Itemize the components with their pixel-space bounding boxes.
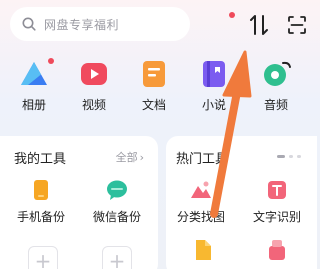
category-label: 小说	[201, 98, 226, 112]
category-audio[interactable]: 音频	[248, 58, 304, 113]
file-tool-icon[interactable]	[192, 238, 214, 262]
gift-tool-icon[interactable]	[266, 236, 288, 262]
audio-icon	[264, 61, 291, 86]
wechat-backup-icon	[107, 180, 127, 200]
photo-album-icon	[21, 62, 47, 85]
tool-label: 手机备份	[16, 210, 65, 224]
document-icon	[143, 61, 165, 87]
search-bar[interactable]: 网盘专享福利	[10, 7, 190, 41]
carousel-indicator	[277, 155, 301, 158]
tool-wechat-backup[interactable]: 微信备份	[80, 178, 154, 225]
pager-dot	[289, 155, 293, 158]
image-category-icon	[191, 181, 211, 198]
notification-dot	[229, 12, 235, 18]
text-recognition-icon	[268, 181, 286, 199]
my-tools-card: 我的工具 全部 › 手机备份 微信备份 + +	[0, 136, 158, 269]
my-tools-title: 我的工具	[14, 152, 67, 167]
plus-icon: +	[108, 249, 126, 269]
category-videos[interactable]: 视频	[66, 58, 122, 113]
tool-image-category[interactable]: 分类找图	[164, 178, 238, 225]
view-all-label: 全部	[115, 151, 138, 164]
category-label: 相册	[21, 98, 46, 112]
tool-text-recognition[interactable]: 文字识别	[240, 178, 314, 225]
category-label: 文档	[141, 98, 166, 112]
tool-label: 微信备份	[92, 210, 141, 224]
pager-dot	[297, 155, 301, 158]
category-row: 相册 视频 文档 小说 音频	[0, 58, 317, 118]
transfer-icon[interactable]	[248, 12, 270, 38]
hot-tools-card: 热门工具 分类找图 文字识别	[166, 136, 317, 269]
tool-label: 文字识别	[252, 210, 301, 224]
pager-dot	[277, 155, 285, 158]
plus-icon: +	[34, 249, 52, 269]
chevron-right-icon: ›	[139, 151, 144, 164]
novel-icon	[203, 61, 225, 87]
search-icon	[22, 17, 36, 31]
category-label: 音频	[263, 98, 288, 112]
hot-tools-title: 热门工具	[176, 152, 229, 167]
tool-phone-backup[interactable]: 手机备份	[4, 178, 78, 225]
category-novels[interactable]: 小说	[186, 58, 242, 113]
view-all-link[interactable]: 全部 ›	[116, 149, 144, 165]
category-documents[interactable]: 文档	[126, 58, 182, 113]
category-photos[interactable]: 相册	[6, 58, 62, 113]
add-tool-slot[interactable]: +	[102, 246, 132, 269]
search-placeholder: 网盘专享福利	[44, 17, 120, 32]
category-label: 视频	[81, 98, 106, 112]
video-icon	[81, 63, 107, 85]
category-badge-dot	[48, 58, 54, 64]
tool-label: 分类找图	[176, 210, 225, 224]
scan-icon[interactable]	[287, 15, 307, 35]
phone-backup-icon	[34, 180, 48, 200]
add-tool-slot[interactable]: +	[28, 246, 58, 269]
